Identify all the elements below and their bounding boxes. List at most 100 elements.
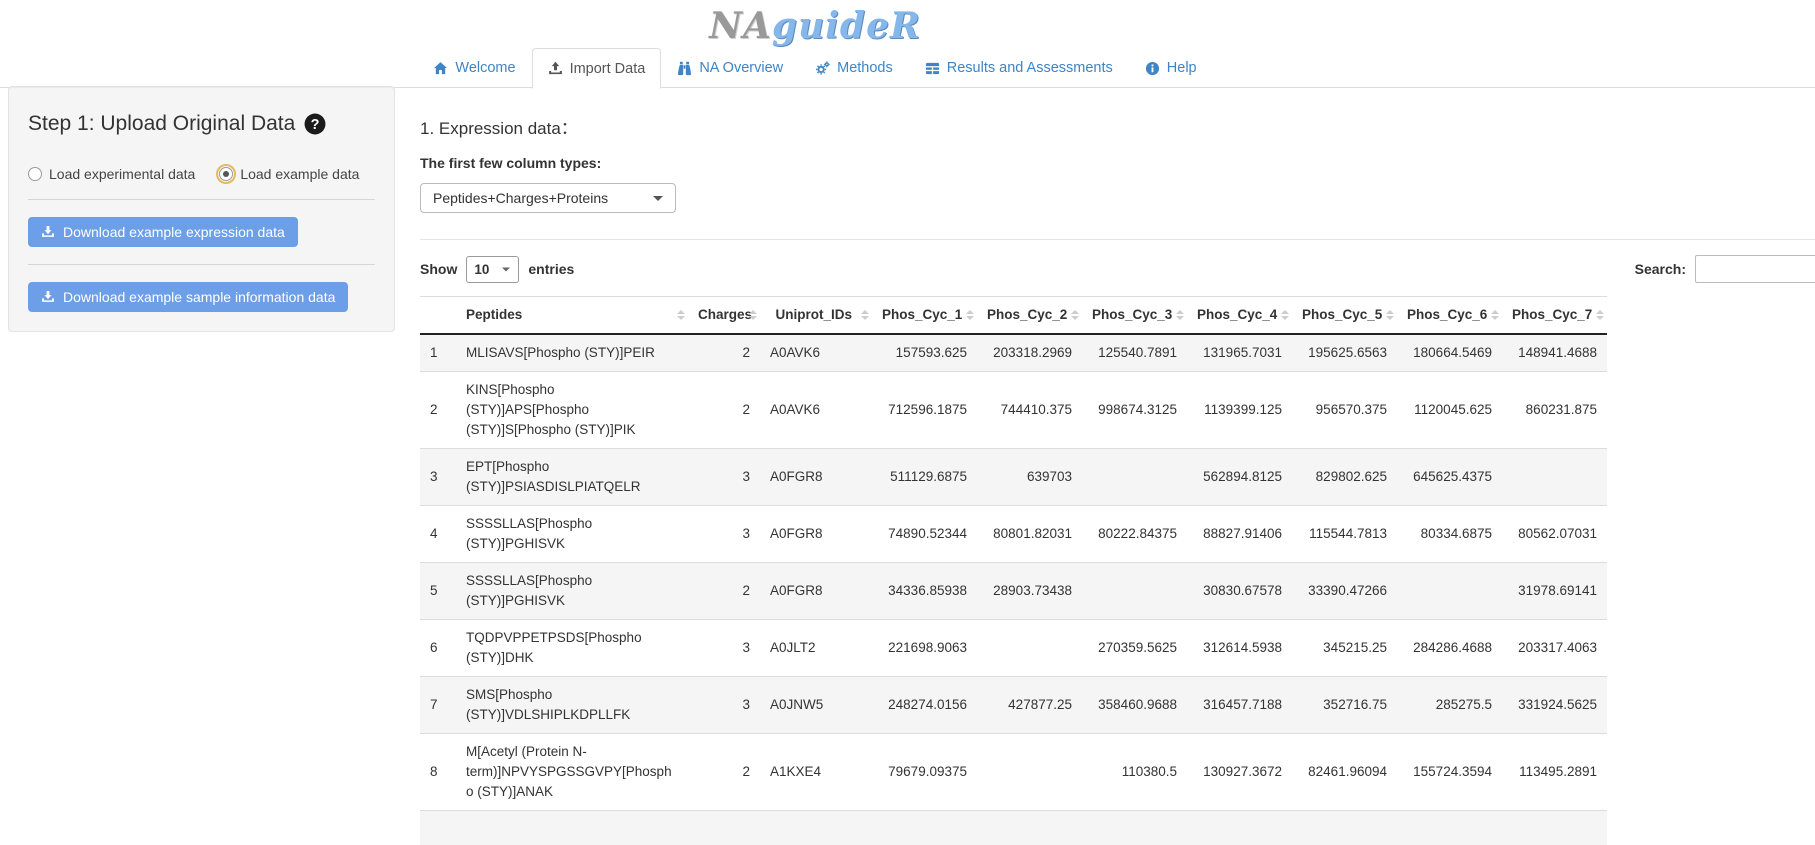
cell-uniprot_ids: A0AVK6 bbox=[760, 372, 872, 449]
cell-phos_cyc_7: 31978.69141 bbox=[1502, 563, 1607, 620]
caret-down-icon bbox=[502, 267, 510, 271]
home-icon bbox=[433, 61, 448, 76]
cell-phos_cyc_7: 148941.4688 bbox=[1502, 334, 1607, 372]
tab-methods[interactable]: Methods bbox=[799, 48, 909, 88]
cell-peptides: SSSSLLAS[Phospho (STY)]PGHISVK bbox=[456, 506, 688, 563]
tab-results-and-assessments[interactable]: Results and Assessments bbox=[909, 48, 1129, 88]
column-header-phos_cyc_4[interactable]: Phos_Cyc_4 bbox=[1187, 297, 1292, 335]
column-header-uniprot_ids[interactable]: Uniprot_IDs bbox=[760, 297, 872, 335]
sort-icons[interactable] bbox=[1281, 310, 1289, 320]
cell-uniprot_ids: A0FGR8 bbox=[760, 449, 872, 506]
cell-phos_cyc_1: 221698.9063 bbox=[872, 620, 977, 677]
sort-icons[interactable] bbox=[861, 310, 869, 320]
radio-load-example-data[interactable]: Load example data bbox=[219, 166, 359, 182]
partial-row-cell bbox=[420, 811, 1607, 845]
column-header-phos_cyc_5[interactable]: Phos_Cyc_5 bbox=[1292, 297, 1397, 335]
table-header-row: Peptides ChargesUniprot_IDs Phos_Cyc_1 Phos… bbox=[420, 297, 1607, 335]
cell-uniprot_ids: A0JLT2 bbox=[760, 620, 872, 677]
page-length-select[interactable]: 10 bbox=[466, 256, 519, 283]
cell-peptides: EPT[Phospho (STY)]PSIASDISLPIATQELR bbox=[456, 449, 688, 506]
table-row: 2KINS[Phospho (STY)]APS[Phospho (STY)]S[… bbox=[420, 372, 1607, 449]
column-header-label: Phos_Cyc_1 bbox=[882, 307, 962, 322]
question-circle-icon[interactable]: ? bbox=[304, 113, 326, 135]
upload-icon bbox=[548, 61, 563, 76]
cell-phos_cyc_6 bbox=[1397, 563, 1502, 620]
cell-phos_cyc_4: 30830.67578 bbox=[1187, 563, 1292, 620]
tab-label: NA Overview bbox=[699, 60, 783, 76]
table-row: 6TQDPVPPETPSDS[Phospho (STY)]DHK3A0JLT22… bbox=[420, 620, 1607, 677]
column-header-label: Phos_Cyc_4 bbox=[1197, 307, 1277, 322]
cell-charges: 2 bbox=[688, 372, 760, 449]
cell-phos_cyc_3: 358460.9688 bbox=[1082, 677, 1187, 734]
cell-phos_cyc_2: 28903.73438 bbox=[977, 563, 1082, 620]
radio-circle[interactable] bbox=[28, 167, 42, 181]
expression-data-table: Peptides ChargesUniprot_IDs Phos_Cyc_1 Phos… bbox=[420, 296, 1607, 845]
table-row: 3EPT[Phospho (STY)]PSIASDISLPIATQELR3A0F… bbox=[420, 449, 1607, 506]
cell-phos_cyc_3: 110380.5 bbox=[1082, 734, 1187, 811]
column-header-label: Peptides bbox=[466, 307, 522, 322]
cell-phos_cyc_1: 79679.09375 bbox=[872, 734, 977, 811]
cell-charges: 3 bbox=[688, 677, 760, 734]
sort-icons[interactable] bbox=[1176, 310, 1184, 320]
column-header-phos_cyc_1[interactable]: Phos_Cyc_1 bbox=[872, 297, 977, 335]
nav-tab-bar: WelcomeImport Data NA Overview Methods Resu… bbox=[0, 48, 1815, 88]
cell-phos_cyc_5: 956570.375 bbox=[1292, 372, 1397, 449]
column-header-peptides[interactable]: Peptides bbox=[456, 297, 688, 335]
tab-label: Methods bbox=[837, 60, 893, 76]
sort-icons[interactable] bbox=[677, 310, 685, 320]
column-types-selected-value: Peptides+Charges+Proteins bbox=[433, 190, 608, 206]
sort-icons[interactable] bbox=[1386, 310, 1394, 320]
sort-icons[interactable] bbox=[1071, 310, 1079, 320]
import-data-panel: 1. Expression data： The first few column… bbox=[420, 96, 1815, 845]
cell-peptides: TQDPVPPETPSDS[Phospho (STY)]DHK bbox=[456, 620, 688, 677]
column-header-charges[interactable]: Charges bbox=[688, 297, 760, 335]
download-button-download-example-sample-information-data[interactable]: Download example sample information data bbox=[28, 282, 348, 312]
radio-circle[interactable] bbox=[219, 167, 233, 181]
cell-phos_cyc_7: 860231.875 bbox=[1502, 372, 1607, 449]
download-icon bbox=[41, 225, 55, 239]
cell-phos_cyc_3 bbox=[1082, 563, 1187, 620]
sort-icons[interactable] bbox=[1491, 310, 1499, 320]
search-control: Search: bbox=[1635, 255, 1815, 283]
column-header-phos_cyc_3[interactable]: Phos_Cyc_3 bbox=[1082, 297, 1187, 335]
cell-phos_cyc_6: 155724.3594 bbox=[1397, 734, 1502, 811]
cell-uniprot_ids: A0AVK6 bbox=[760, 334, 872, 372]
page-length-control: Show 10 entries bbox=[420, 256, 574, 283]
sort-icons[interactable] bbox=[749, 310, 757, 320]
cell-charges: 2 bbox=[688, 734, 760, 811]
cell-phos_cyc_1: 248274.0156 bbox=[872, 677, 977, 734]
binoculars-icon bbox=[677, 61, 692, 76]
cell-phos_cyc_6: 284286.4688 bbox=[1397, 620, 1502, 677]
cell-phos_cyc_2: 427877.25 bbox=[977, 677, 1082, 734]
cell-charges: 3 bbox=[688, 506, 760, 563]
radio-load-experimental-data[interactable]: Load experimental data bbox=[28, 166, 195, 182]
sort-icons[interactable] bbox=[966, 310, 974, 320]
step1-title-text: Step 1: Upload Original Data bbox=[28, 112, 295, 136]
download-button-download-example-expression-data[interactable]: Download example expression data bbox=[28, 217, 298, 247]
sort-icons[interactable] bbox=[1596, 310, 1604, 320]
tab-welcome[interactable]: Welcome bbox=[417, 48, 531, 88]
table-row: 1MLISAVS[Phospho (STY)]PEIR2A0AVK6157593… bbox=[420, 334, 1607, 372]
row-number-cell: 6 bbox=[420, 620, 456, 677]
table-row-partial bbox=[420, 811, 1607, 845]
cell-phos_cyc_4: 131965.7031 bbox=[1187, 334, 1292, 372]
column-header-phos_cyc_2[interactable]: Phos_Cyc_2 bbox=[977, 297, 1082, 335]
search-input[interactable] bbox=[1695, 255, 1815, 283]
tab-help[interactable]: Help bbox=[1129, 48, 1213, 88]
column-types-label: The first few column types: bbox=[420, 155, 1815, 171]
column-header-label: Phos_Cyc_3 bbox=[1092, 307, 1172, 322]
divider bbox=[28, 264, 375, 265]
column-header-phos_cyc_7[interactable]: Phos_Cyc_7 bbox=[1502, 297, 1607, 335]
cell-phos_cyc_5: 82461.96094 bbox=[1292, 734, 1397, 811]
cell-phos_cyc_4: 1139399.125 bbox=[1187, 372, 1292, 449]
column-types-select[interactable]: Peptides+Charges+Proteins bbox=[420, 183, 676, 213]
column-header-phos_cyc_6[interactable]: Phos_Cyc_6 bbox=[1397, 297, 1502, 335]
cell-phos_cyc_2: 744410.375 bbox=[977, 372, 1082, 449]
tab-label: Results and Assessments bbox=[947, 60, 1113, 76]
download-icon bbox=[41, 290, 55, 304]
column-header-label: Phos_Cyc_2 bbox=[987, 307, 1067, 322]
cell-charges: 2 bbox=[688, 563, 760, 620]
tab-import-data[interactable]: Import Data bbox=[532, 48, 662, 89]
tab-na-overview[interactable]: NA Overview bbox=[661, 48, 799, 88]
info-icon bbox=[1145, 61, 1160, 76]
